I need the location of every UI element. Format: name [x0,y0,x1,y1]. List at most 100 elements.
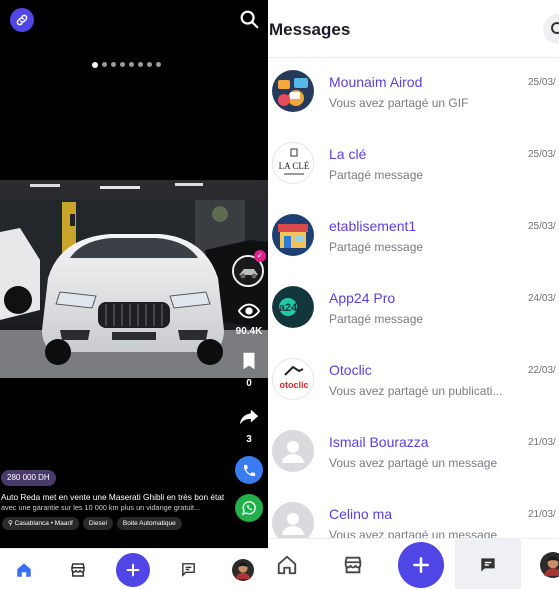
plus-icon [413,556,429,573]
conversation-row[interactable]: Mounaim Airod Vous avez partagé un GIF 2… [268,59,559,131]
listing-tags: ⚲ Casablanca • Maarif Diesel Boite Autom… [2,517,182,530]
conversation-row[interactable]: otoclic Otoclic Vous avez partagé un pub… [268,347,559,419]
listing-description[interactable]: Auto Reda met en vente une Maserati Ghib… [1,492,231,502]
messages-header: Messages [268,0,559,58]
listing-feed: ✓ 90.4K 0 3 280 000 DH Auto Reda met en … [0,0,268,548]
call-button[interactable] [235,456,263,484]
conversation-name: Otoclic [329,362,372,378]
conversation-date: 21/03/ [528,437,556,448]
nav-shop[interactable] [64,549,92,589]
conversation-avatar: a24 [272,286,314,328]
whatsapp-icon [241,501,256,515]
conversation-last-message: Partagé message [329,312,424,326]
shares-count: 3 [246,434,252,445]
profile-avatar [232,558,254,581]
nav-create[interactable] [116,549,150,589]
otoclic-logo-text: otoclic [279,380,308,390]
fuel-tag: Diesel [82,517,113,530]
saves-count: 0 [246,378,252,389]
page-title: Messages [269,20,351,39]
profile-avatar [540,551,559,578]
plus-icon [126,563,140,576]
views-count: 90.4K [235,326,263,337]
carousel-dot[interactable] [120,62,125,67]
carousel-dot[interactable] [138,62,143,67]
search-icon[interactable] [238,8,260,30]
chat-icon [481,557,495,572]
la-cle-logo-image: LA CLÉ [273,143,313,183]
listing-photo[interactable] [0,180,268,378]
bookmark-icon[interactable] [238,350,260,372]
carousel-dot[interactable] [156,62,161,67]
conversation-name: Ismail Bourazza [329,434,429,450]
nav-create[interactable] [398,539,444,589]
listing-description-more[interactable]: avec une garantie sur les 10 000 km plus… [1,503,219,512]
carousel-dot[interactable] [92,61,98,68]
price-badge: 280 000 DH [1,470,56,486]
conversation-name: La clé [329,146,367,162]
conversation-last-message: Partagé message [329,168,424,182]
conversation-date: 21/03/ [528,509,556,520]
whatsapp-button[interactable] [235,494,263,522]
conversation-row[interactable]: etablisement1 Partagé message 25/03/ [268,203,559,275]
chat-illustration-image [272,70,314,112]
conversation-avatar [272,214,314,256]
location-pin-icon: ⚲ [8,520,15,527]
shopfront-illustration-image [272,214,314,256]
create-fab[interactable] [116,552,150,587]
conversation-name: Mounaim Airod [329,74,423,90]
home-icon [17,562,31,577]
location-tag: ⚲ Casablanca • Maarif [2,517,79,530]
otoclic-logo-image: otoclic [273,359,313,399]
link-icon [16,14,28,26]
carousel-dot[interactable] [102,62,107,67]
conversation-name: Celino ma [329,506,393,522]
chat-icon [181,563,195,577]
messages-screen: Messages Mounaim Airod Vous avez partagé… [268,0,559,589]
conversation-avatar: otoclic [272,358,314,400]
conversation-date: 25/03/ [528,221,556,232]
conversation-date: 25/03/ [528,77,556,88]
conversation-name: etablisement1 [329,218,417,234]
nav-home[interactable] [272,539,302,589]
nav-home[interactable] [9,549,39,589]
carousel-dot[interactable] [147,62,152,67]
nav-messages[interactable] [475,539,501,589]
phone-icon [243,464,255,476]
carousel-dot[interactable] [111,62,116,67]
store-icon [71,562,85,577]
share-icon[interactable] [238,406,260,428]
la-cle-logo-text: LA CLÉ [279,161,310,171]
conversation-avatar [272,70,314,112]
app24-logo-image: a24 [272,286,314,328]
eye-icon [238,303,260,319]
bottom-nav-feed [0,548,268,589]
conversation-last-message: Vous avez partagé un GIF [329,96,469,110]
create-fab[interactable] [398,541,444,588]
conversation-avatar [272,430,314,472]
store-icon [344,556,362,573]
share-link-button[interactable] [10,8,34,32]
conversation-last-message: Partagé message [329,240,424,254]
conversation-avatar: LA CLÉ [272,142,314,184]
verified-badge-icon: ✓ [254,250,266,262]
messages-search-button[interactable] [543,14,559,44]
conversation-row[interactable]: a24 App24 Pro Partagé message 24/03/ [268,275,559,347]
conversation-date: 25/03/ [528,149,556,160]
app24-logo-text: a24 [279,302,298,314]
nav-shop[interactable] [338,539,368,589]
gearbox-tag: Boite Automatique [116,517,182,530]
conversation-row[interactable]: Ismail Bourazza Vous avez partagé un mes… [268,419,559,491]
bottom-nav-messages [268,538,559,589]
home-icon [277,555,297,574]
conversation-date: 24/03/ [528,293,556,304]
search-icon [551,22,559,34]
conversation-name: App24 Pro [329,290,396,306]
nav-profile[interactable] [231,549,255,589]
nav-messages[interactable] [176,549,200,589]
default-user-icon [272,430,314,472]
carousel-dot[interactable] [129,62,134,67]
conversation-last-message: Vous avez partagé un message [329,456,498,470]
nav-profile[interactable] [540,539,559,589]
conversation-row[interactable]: LA CLÉ La clé Partagé message 25/03/ [268,131,559,203]
